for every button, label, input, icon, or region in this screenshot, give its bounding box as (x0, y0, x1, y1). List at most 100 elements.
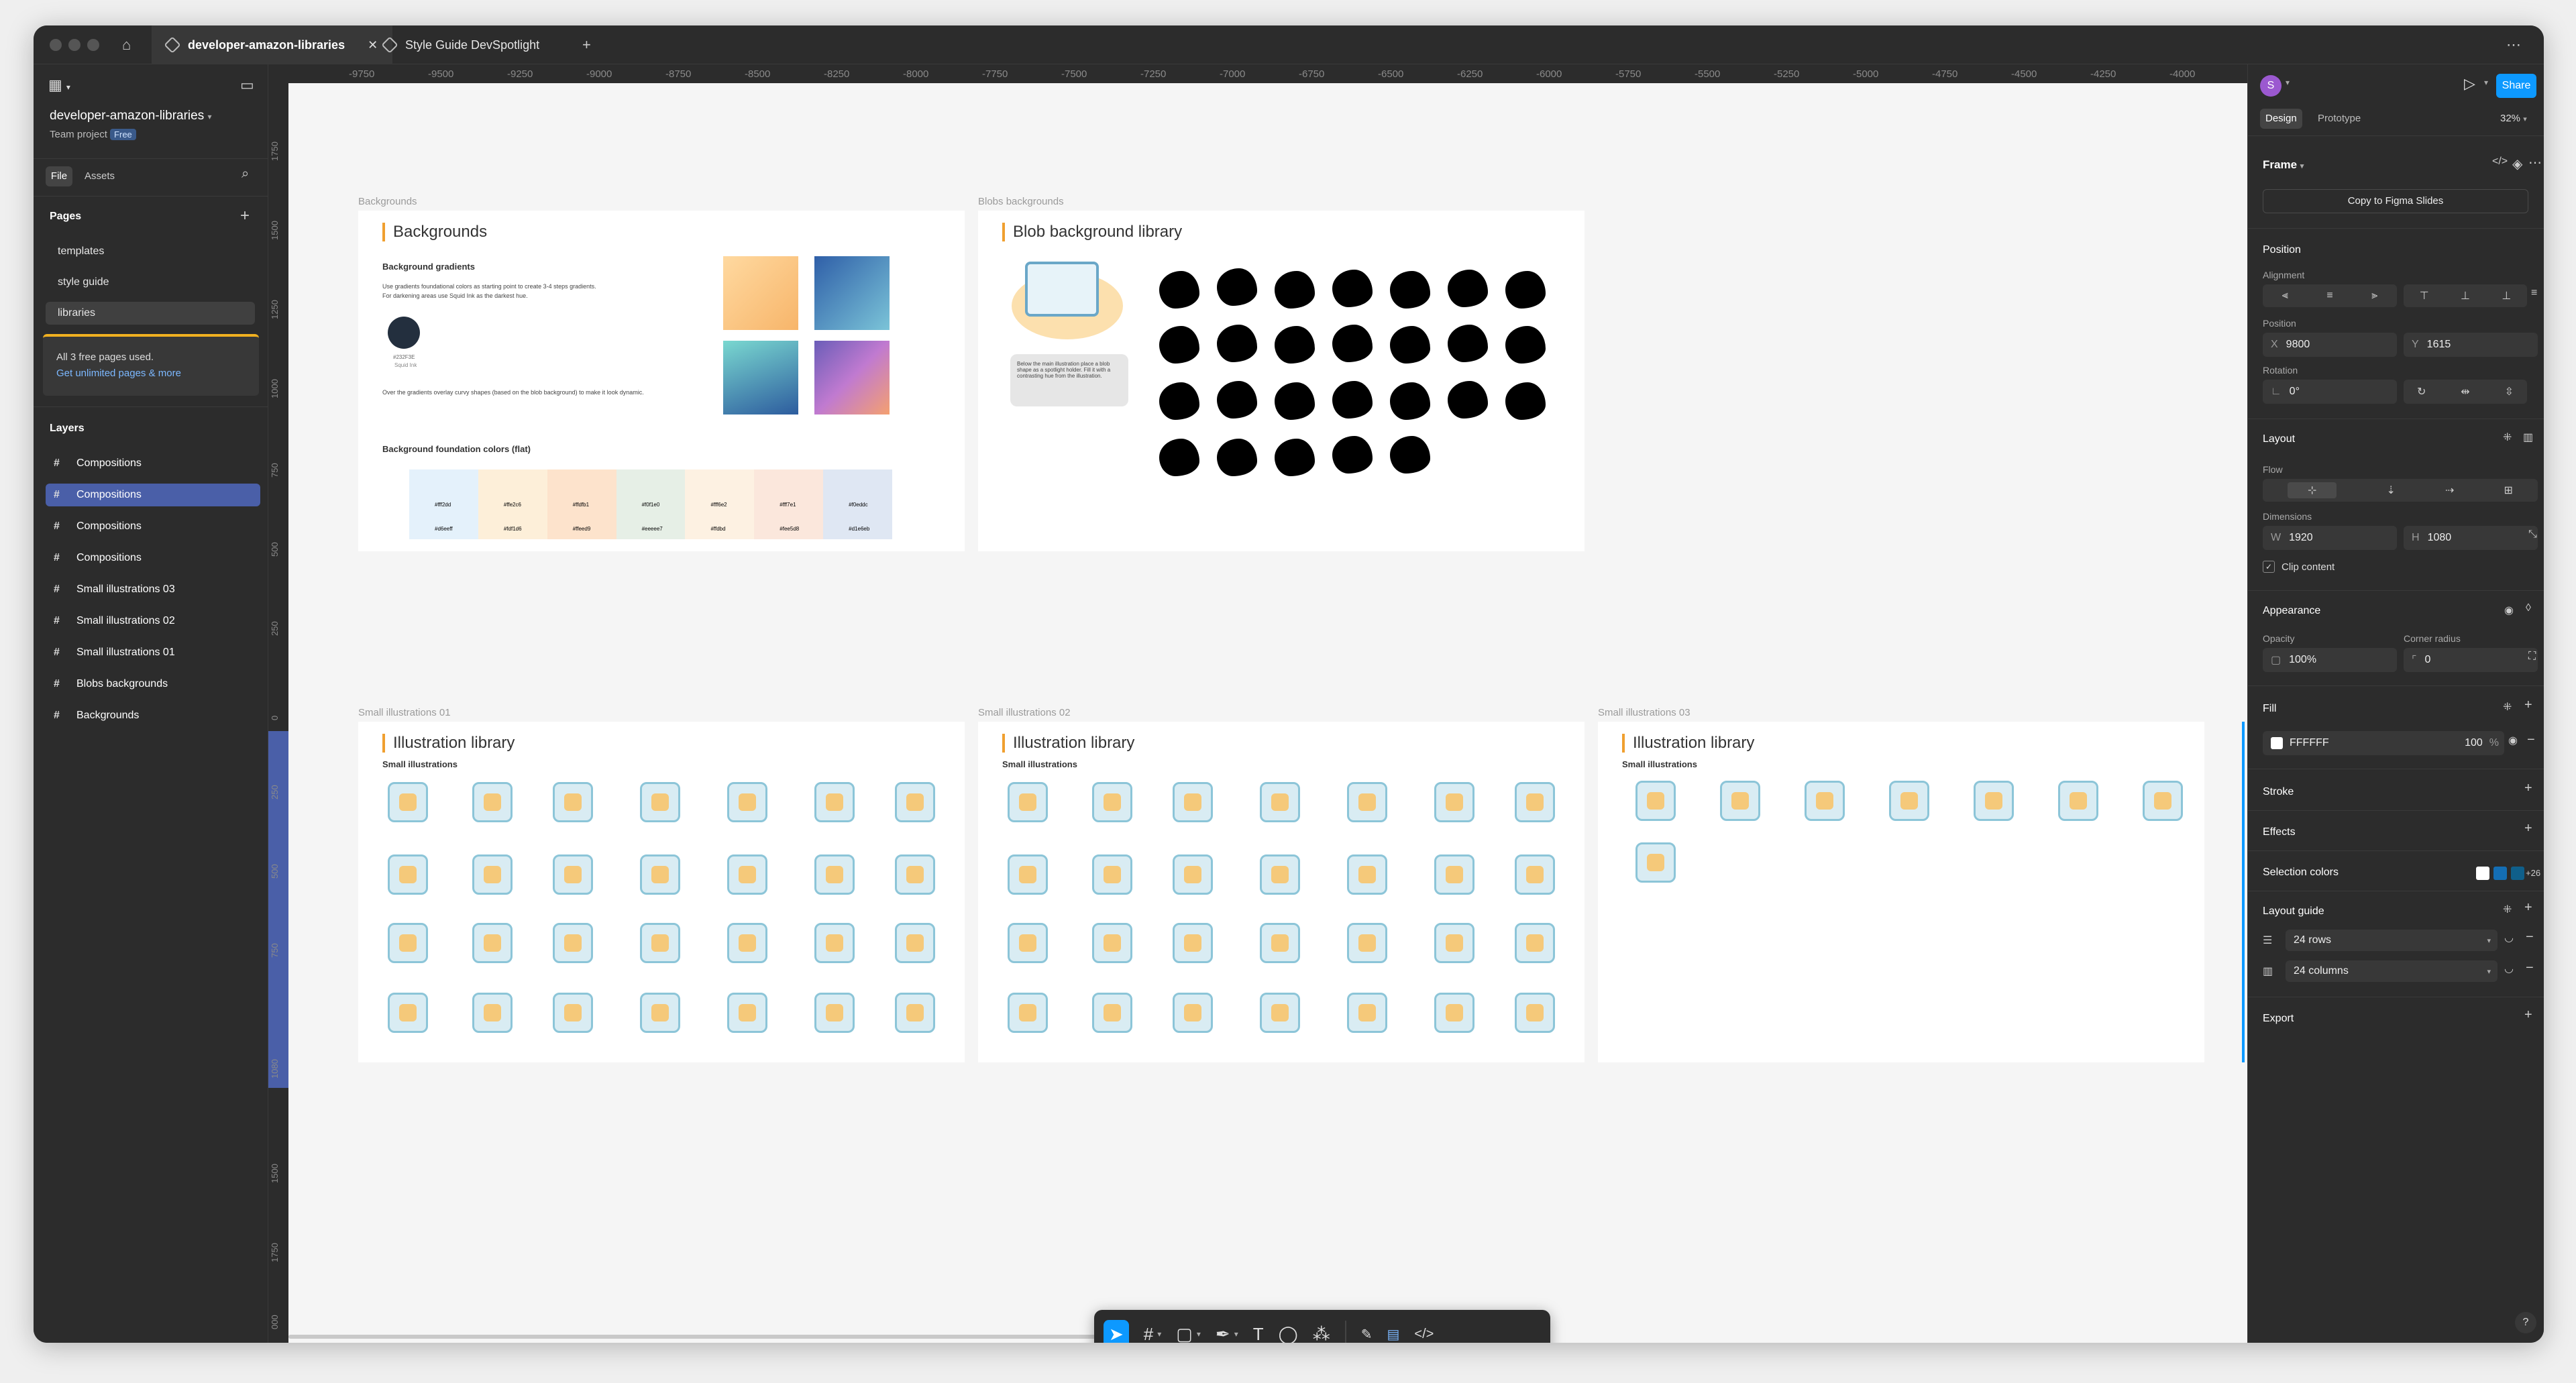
remove-guide-icon[interactable]: − (2526, 960, 2534, 976)
zoom-control[interactable]: 32% ▾ (2500, 109, 2527, 129)
shape-tool[interactable]: ▢ ▾ (1176, 1324, 1201, 1343)
chevron-down-icon[interactable]: ▾ (2484, 78, 2488, 87)
move-tool[interactable]: ➤ (1104, 1319, 1129, 1343)
frame-backgrounds[interactable]: Backgrounds Background gradients Use gra… (358, 211, 965, 551)
close-window-button[interactable] (50, 39, 62, 51)
layer-item[interactable]: # Small illustrations 01 (46, 641, 260, 664)
columns-guide-select[interactable]: 24 columns ▾ (2286, 960, 2498, 982)
layer-item[interactable]: # Compositions (46, 515, 260, 538)
search-icon[interactable]: ⌕ (241, 166, 249, 182)
code-icon[interactable]: </> (2492, 156, 2508, 168)
chevron-down-icon[interactable]: ▾ (2286, 78, 2290, 87)
transform-group[interactable]: ↻ ⇹ ⇳ (2404, 380, 2527, 404)
layer-item[interactable]: # Blobs backgrounds (46, 673, 260, 696)
canvas[interactable]: Backgrounds Backgrounds Background gradi… (288, 83, 2247, 1343)
height-input[interactable]: H 1080 (2404, 526, 2538, 550)
layer-item[interactable]: # Backgrounds (46, 704, 260, 727)
frame-small-illustrations-03[interactable]: Illustration library Small illustrations (1598, 722, 2204, 1062)
pen-tool[interactable]: ✒ ▾ (1216, 1324, 1238, 1343)
text-tool[interactable]: T (1253, 1324, 1264, 1343)
main-menu-icon[interactable]: ▦ ▾ (48, 76, 70, 94)
remove-fill-icon[interactable]: − (2527, 732, 2535, 748)
frame-label[interactable]: Blobs backgrounds (978, 196, 1064, 207)
color-swatch[interactable] (2511, 867, 2524, 880)
rows-guide-select[interactable]: 24 rows ▾ (2286, 930, 2498, 951)
minimize-window-button[interactable] (68, 39, 80, 51)
layer-item[interactable]: # Small illustrations 03 (46, 578, 260, 601)
frame-label[interactable]: Small illustrations 02 (978, 707, 1071, 718)
rotation-input[interactable]: ∟ 0° (2263, 380, 2397, 404)
vertical-align-group[interactable]: ⊤ ⊥ ⊥ (2404, 284, 2527, 307)
tab-design[interactable]: Design (2260, 109, 2302, 129)
distribute-icon[interactable]: ≡ (2531, 287, 2537, 299)
page-libraries[interactable]: libraries (46, 302, 255, 325)
layer-item[interactable]: # Small illustrations 02 (46, 610, 260, 632)
eye-icon[interactable]: ◉ (2504, 604, 2514, 617)
comment-tool[interactable]: ◯ (1279, 1324, 1298, 1343)
clip-content-checkbox[interactable]: ✓ Clip content (2263, 561, 2334, 573)
frame-small-illustrations-02[interactable]: Illustration library Small illustrations (978, 722, 1585, 1062)
flow-options[interactable]: ⊹ ⇣ ⇢ ⊞ (2263, 479, 2538, 502)
resize-icon[interactable]: ⤡ (2528, 529, 2537, 541)
fill-input[interactable]: FFFFFF 100% (2263, 731, 2504, 755)
avatar[interactable]: S (2260, 75, 2282, 97)
width-input[interactable]: W 1920 (2263, 526, 2397, 550)
tab-prototype[interactable]: Prototype (2318, 109, 2361, 129)
color-swatch[interactable] (2493, 867, 2507, 880)
blend-icon[interactable]: ◊ (2526, 602, 2531, 614)
add-effect-icon[interactable]: + (2524, 821, 2532, 836)
actions-tool[interactable]: ⁂ (1313, 1324, 1330, 1343)
maximize-window-button[interactable] (87, 39, 99, 51)
layer-item[interactable]: # Compositions (46, 452, 260, 475)
auto-layout-icon[interactable]: ⁜ (2503, 431, 2512, 444)
page-templates[interactable]: templates (46, 240, 255, 263)
add-fill-icon[interactable]: + (2524, 698, 2532, 713)
layer-item[interactable]: # Compositions (46, 484, 260, 506)
frame-label[interactable]: Small illustrations 01 (358, 707, 451, 718)
more-colors[interactable]: +26 (2526, 868, 2540, 878)
independent-corners-icon[interactable]: ⛶ (2528, 651, 2536, 663)
component-icon[interactable]: ◈ (2512, 156, 2522, 172)
add-page-icon[interactable]: + (240, 207, 250, 225)
tab-developer-amazon-libraries[interactable]: developer-amazon-libraries ✕ (152, 25, 393, 64)
frame-small-illustrations-01[interactable]: Illustration library Small illustrations (358, 722, 965, 1062)
remove-guide-icon[interactable]: − (2526, 930, 2534, 945)
add-export-icon[interactable]: + (2524, 1007, 2532, 1023)
new-tab-icon[interactable]: + (582, 25, 591, 64)
guide-visibility-icon[interactable]: ◡ (2504, 931, 2514, 944)
more-icon[interactable]: ⋯ (2528, 154, 2542, 171)
frame-label[interactable]: Backgrounds (358, 196, 417, 207)
add-stroke-icon[interactable]: + (2524, 781, 2532, 796)
eye-icon[interactable]: ◉ (2508, 734, 2518, 747)
present-icon[interactable]: ▷ (2464, 75, 2475, 93)
x-input[interactable]: X 9800 (2263, 333, 2397, 357)
layout-grid-icon[interactable]: ▥ (2523, 431, 2533, 444)
frame-blobs[interactable]: Blob background library Below the main i… (978, 211, 1585, 551)
frame-type-selector[interactable]: Frame ▾ (2263, 158, 2304, 172)
project-name[interactable]: developer-amazon-libraries ▾ (50, 109, 212, 123)
dev-mode[interactable]: </> (1414, 1327, 1434, 1342)
home-icon[interactable]: ⌂ (122, 25, 131, 64)
frame-tool[interactable]: # ▾ (1144, 1324, 1162, 1343)
color-swatch[interactable] (2476, 867, 2489, 880)
draw-mode[interactable]: ✎ (1361, 1326, 1373, 1343)
add-guide-icon[interactable]: + (2524, 900, 2532, 916)
more-icon[interactable]: ⋯ (2506, 25, 2521, 64)
y-input[interactable]: Y 1615 (2404, 333, 2538, 357)
styles-icon[interactable]: ⁜ (2503, 700, 2512, 714)
corner-radius-input[interactable]: ⌜ 0 (2404, 648, 2538, 672)
share-button[interactable]: Share (2496, 74, 2536, 98)
tab-file[interactable]: File (46, 166, 72, 186)
upgrade-link[interactable]: Get unlimited pages & more (56, 368, 181, 379)
copy-to-slides-button[interactable]: Copy to Figma Slides (2263, 189, 2528, 213)
guide-visibility-icon[interactable]: ◡ (2504, 962, 2514, 975)
panel-toggle-icon[interactable]: ▭ (240, 76, 254, 94)
page-style-guide[interactable]: style guide (46, 271, 255, 294)
help-button[interactable]: ? (2515, 1312, 2536, 1333)
horizontal-align-group[interactable]: ⫷ ≡ ⫸ (2263, 284, 2397, 307)
horizontal-scrollbar-thumb[interactable] (288, 1335, 1127, 1339)
opacity-input[interactable]: ▢ 100% (2263, 648, 2397, 672)
design-mode[interactable]: ▤ (1387, 1326, 1400, 1343)
layer-item[interactable]: # Compositions (46, 547, 260, 569)
styles-icon[interactable]: ⁜ (2503, 903, 2512, 916)
